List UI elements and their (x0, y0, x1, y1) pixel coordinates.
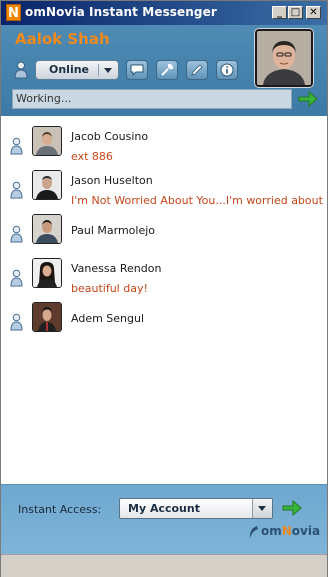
go-arrow-icon[interactable] (297, 89, 319, 109)
settings-button[interactable] (156, 60, 178, 80)
instant-access-value: My Account (128, 502, 200, 515)
contact-jason-huselton[interactable]: Jason Huselton I'm Not Worried About You… (1, 168, 327, 208)
speech-bubble-icon (130, 64, 144, 76)
minimize-button[interactable]: _ (272, 6, 287, 19)
status-separator (98, 64, 99, 76)
avatar (32, 126, 62, 156)
person-icon (10, 225, 23, 243)
app-logo: N (6, 4, 21, 21)
maximize-button[interactable]: □ (288, 6, 303, 19)
instant-access-select[interactable]: My Account (119, 498, 273, 519)
footer-panel: Instant Access: My Account omNovia (1, 484, 327, 555)
status-dropdown[interactable]: Online (35, 60, 119, 80)
title-bar[interactable]: N omNovia Instant Messenger _ □ ✕ (1, 1, 327, 25)
person-icon (10, 269, 23, 287)
contact-name: Vanessa Rendon (71, 262, 162, 275)
contact-message: I'm Not Worried About You...I'm worried … (71, 194, 323, 207)
wrench-icon (161, 63, 174, 76)
user-avatar[interactable] (255, 29, 313, 87)
status-person-icon (14, 61, 28, 79)
contact-paul-marmolejo[interactable]: Paul Marmolejo (1, 212, 327, 252)
messenger-window: N omNovia Instant Messenger _ □ ✕ Aalok … (0, 0, 328, 577)
contact-name: Jason Huselton (71, 174, 153, 187)
contact-vanessa-rendon[interactable]: Vanessa Rendon beautiful day! (1, 256, 327, 296)
edit-button[interactable] (186, 60, 208, 80)
instant-access-label: Instant Access: (18, 503, 102, 516)
help-button[interactable] (216, 60, 238, 80)
avatar (32, 302, 62, 332)
avatar (32, 214, 62, 244)
info-icon (220, 63, 234, 77)
contact-name: Adem Sengul (71, 312, 145, 325)
person-icon (10, 313, 23, 331)
window-title: omNovia Instant Messenger (25, 5, 217, 19)
go-arrow-icon[interactable] (281, 498, 303, 518)
chat-button[interactable] (126, 60, 148, 80)
avatar (32, 170, 62, 200)
status-message-input[interactable]: Working... (12, 89, 292, 109)
person-icon (10, 181, 23, 199)
user-avatar-image (257, 31, 311, 85)
avatar (32, 258, 62, 288)
brand-swoosh-icon (249, 526, 258, 538)
profile-header: Aalok Shah Online Working... (1, 25, 327, 116)
instant-access-dropdown-button[interactable] (252, 499, 272, 518)
contact-message: beautiful day! (71, 282, 148, 295)
chevron-down-icon (258, 506, 266, 511)
brand-logo: omNovia (247, 523, 321, 541)
contact-message: ext 886 (71, 150, 113, 163)
close-button[interactable]: ✕ (306, 6, 321, 19)
contact-list: Jacob Cousino ext 886 Jason Huselton I'm… (1, 116, 327, 484)
chevron-down-icon (104, 68, 112, 73)
contact-name: Paul Marmolejo (71, 224, 156, 237)
pencil-icon (191, 64, 203, 76)
brand-name: omNovia (261, 524, 321, 538)
person-icon (10, 137, 23, 155)
contact-jacob-cousino[interactable]: Jacob Cousino ext 886 (1, 124, 327, 164)
contact-adem-sengul[interactable]: Adem Sengul (1, 300, 327, 340)
user-name: Aalok Shah (15, 30, 110, 48)
status-bar (1, 554, 327, 577)
contact-name: Jacob Cousino (71, 130, 149, 143)
status-label: Online (49, 63, 90, 76)
